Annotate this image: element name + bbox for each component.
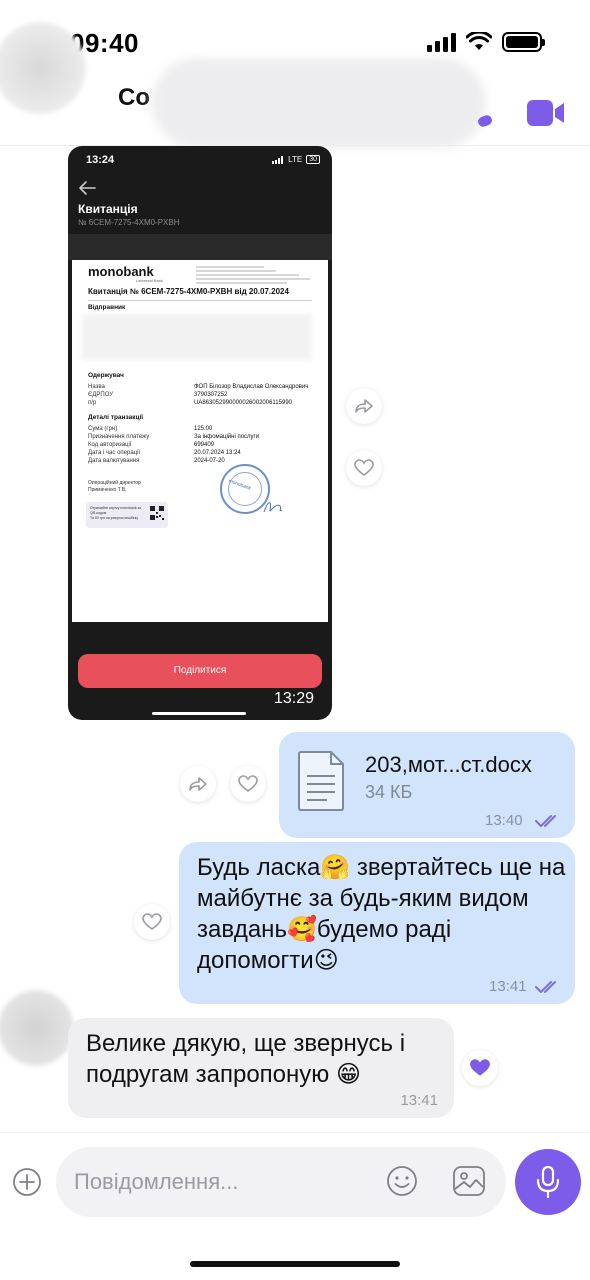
status-icons — [427, 32, 545, 52]
share-button: Поділитися — [78, 654, 322, 688]
qr-code-icon — [150, 506, 164, 520]
message-text: Велике дякую, ще звернусь і подругам зап… — [86, 1030, 406, 1088]
message-input[interactable]: Повідомлення... — [56, 1147, 506, 1217]
sender-label: Відправник — [88, 304, 126, 311]
message-time: 13:41 — [400, 1092, 438, 1109]
like-button[interactable] — [134, 904, 170, 940]
detail-label: Призначення платежу — [88, 434, 150, 440]
document-file-icon — [298, 751, 344, 811]
monobank-promo: Отримайте картку monobank за QR-кодом Та… — [86, 502, 168, 528]
heart-icon — [142, 913, 162, 930]
outgoing-message[interactable]: Будь ласка🤗 звертайтесь ще на майбутнє з… — [179, 842, 575, 1004]
chat-header: Co — [0, 58, 590, 148]
message-time: 13:40 — [485, 812, 523, 829]
file-size: 34 КБ — [365, 782, 413, 802]
signature-mark — [263, 502, 283, 513]
gallery-icon[interactable] — [452, 1165, 486, 1197]
detail-label: Код авторизації — [88, 442, 132, 448]
image-battery-icon: 30 — [306, 155, 320, 164]
recipient-label: ЄДРПОУ — [88, 392, 114, 398]
video-call-icon[interactable] — [526, 98, 566, 128]
contact-name-redaction — [152, 58, 486, 148]
detail-value: 699409 — [194, 442, 215, 448]
liked-button[interactable] — [462, 1050, 498, 1086]
like-button[interactable] — [346, 450, 382, 486]
message-input-placeholder: Повідомлення... — [74, 1169, 239, 1194]
image-subtitle: № 6CEM-7275-4XM0-PXBH — [78, 218, 180, 227]
message-time: 13:41 — [489, 978, 527, 995]
detail-value: 125.00 — [194, 426, 213, 432]
plus-icon[interactable] — [12, 1167, 42, 1197]
emoji-icon[interactable] — [386, 1165, 418, 1197]
forward-button[interactable] — [346, 388, 382, 424]
forward-button[interactable] — [180, 766, 216, 802]
battery-icon — [502, 32, 545, 52]
recipient-value: UA863052990000026002006115990 — [194, 400, 292, 406]
promo-text: Отримайте картку monobank за QR-кодом — [90, 506, 142, 515]
file-name: 203,мот...ст.docx — [365, 752, 532, 777]
recipient-value: 3790307252 — [194, 392, 228, 398]
bank-fine-print — [196, 266, 310, 286]
detail-label: Сума (грн) — [88, 426, 118, 432]
detail-value: 20.07.2024 13:24 — [194, 450, 241, 456]
heart-filled-icon — [470, 1059, 490, 1076]
recipient-value: ФОП Білозор Владислав Олександрович — [194, 384, 309, 390]
heart-icon — [354, 459, 374, 476]
voice-message-button[interactable] — [515, 1149, 581, 1215]
like-button[interactable] — [230, 766, 266, 802]
director-name: Примаченко Т.В. — [88, 487, 127, 493]
detail-value: За інфомаційні послуги — [194, 434, 260, 440]
detail-label: Дата і час операції — [88, 450, 141, 456]
message-time: 13:29 — [273, 690, 314, 707]
receipt-heading: Квитанція № 6CEM-7275-4XM0-PXBH від 20.0… — [88, 287, 289, 296]
image-status-time: 13:24 — [86, 154, 115, 166]
back-arrow-icon — [79, 181, 96, 195]
detail-label: Дата валютування — [88, 458, 140, 464]
read-ticks-icon — [535, 981, 556, 993]
forward-icon — [189, 777, 207, 791]
receipt-document: monobank Universal Bank Квитанція № 6CEM… — [72, 260, 328, 622]
home-indicator — [190, 1261, 400, 1267]
detail-value: 2024-07-20 — [194, 458, 225, 464]
monobank-logo-sub: Universal Bank — [136, 278, 163, 283]
promo-subtext: Та 50 грн на рахунок кешбеку — [90, 516, 139, 520]
image-status-bar: 13:24 LTE 30 — [68, 146, 332, 174]
recipient-label: Назва — [88, 384, 105, 390]
sender-redaction — [82, 314, 312, 360]
image-title: Квитанція — [78, 202, 138, 216]
recipient-header: Одержувач — [88, 372, 124, 379]
image-signal-icon — [272, 155, 284, 164]
director-label: Операційний директор — [88, 480, 141, 486]
recipient-label: п/р — [88, 400, 97, 406]
cellular-signal-icon — [427, 32, 456, 52]
message-text: Будь ласка🤗 звертайтесь ще на майбутнє з… — [197, 854, 566, 974]
sender-avatar[interactable] — [0, 990, 74, 1066]
details-header: Деталі транзакції — [88, 414, 144, 421]
forward-icon — [355, 399, 373, 413]
incoming-message[interactable]: Велике дякую, ще звернусь і подругам зап… — [68, 1018, 454, 1118]
image-network-type: LTE — [288, 155, 303, 164]
contact-name[interactable]: Co — [118, 84, 150, 112]
wifi-icon — [466, 32, 492, 50]
image-message[interactable]: 13:24 LTE 30 Квитанція № 6CEM-7275-4XM0-… — [68, 146, 332, 720]
file-message[interactable]: 203,мот...ст.docx 34 КБ 13:40 — [279, 732, 575, 838]
microphone-icon — [536, 1165, 560, 1199]
monobank-logo: monobank — [88, 264, 154, 279]
message-composer: Повідомлення... — [0, 1132, 590, 1280]
heart-icon — [238, 775, 258, 792]
read-ticks-icon — [535, 815, 556, 827]
